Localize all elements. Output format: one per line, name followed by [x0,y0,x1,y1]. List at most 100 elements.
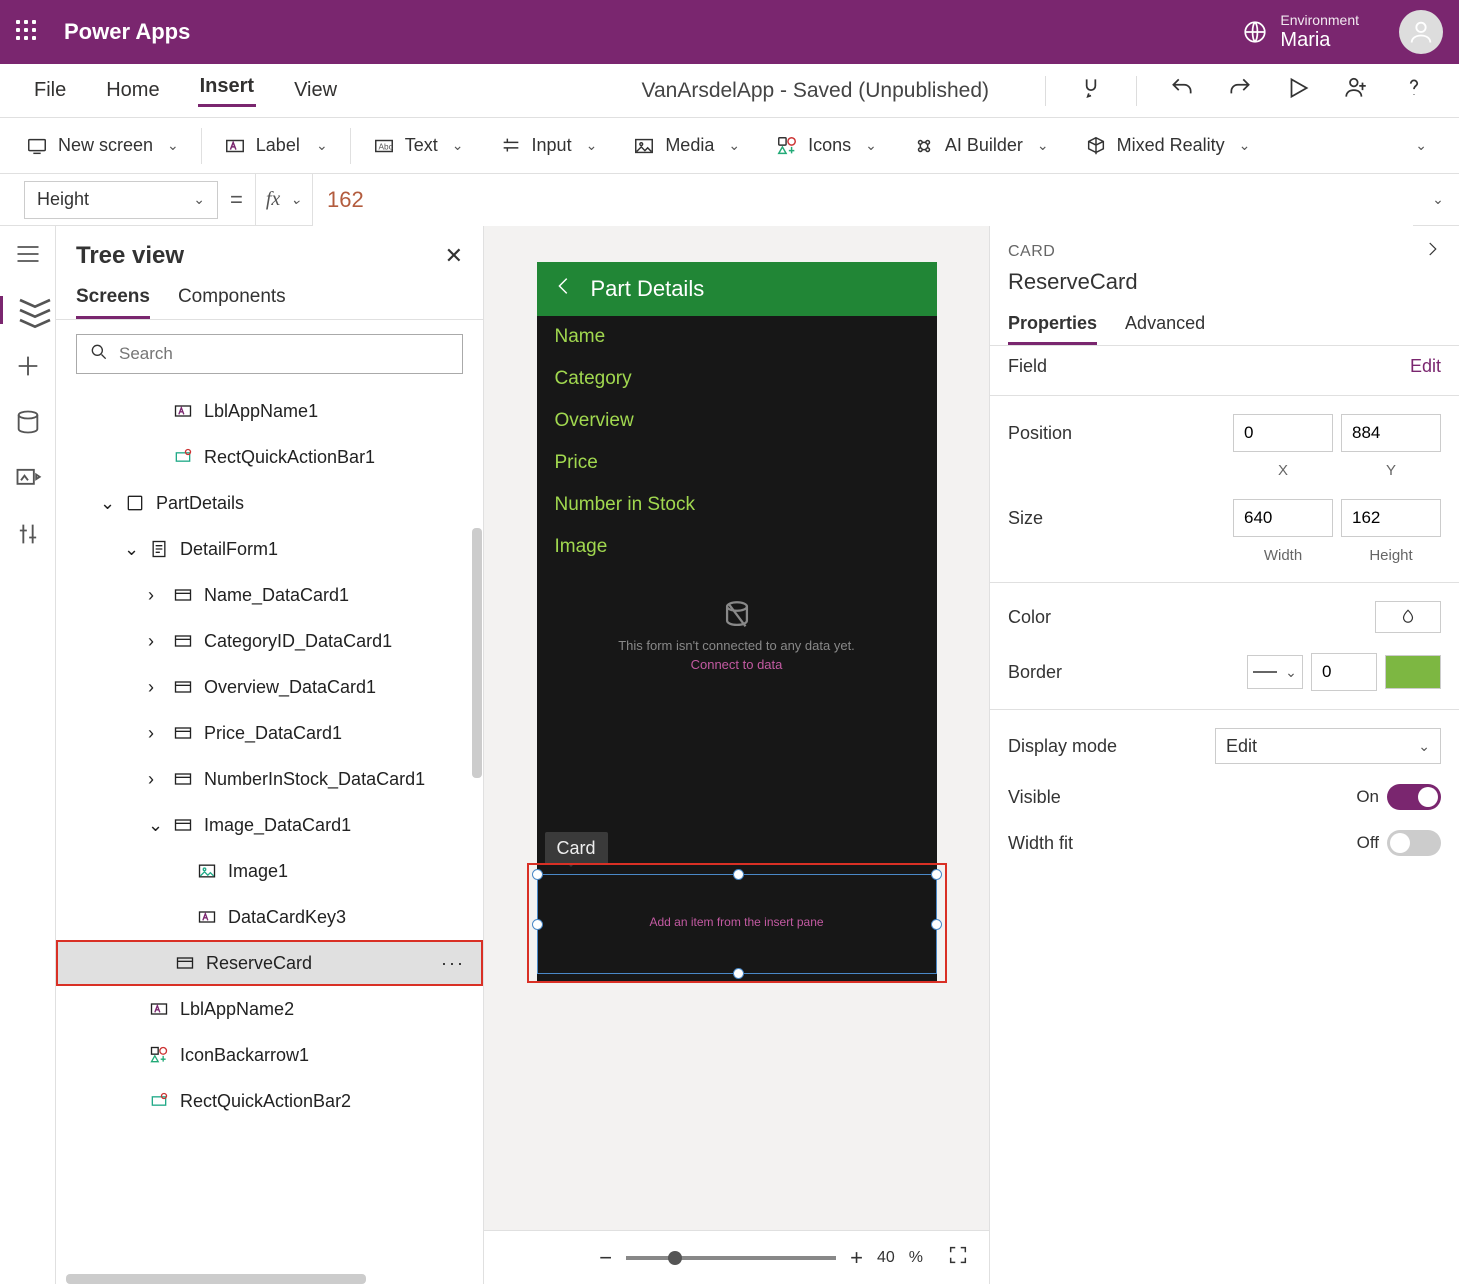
fit-screen-icon[interactable] [947,1244,969,1271]
search-input[interactable] [119,344,450,364]
input-button[interactable]: Input⌄ [482,135,616,157]
height-input[interactable] [1341,499,1441,537]
border-style-dropdown[interactable]: ⌄ [1247,655,1303,689]
tab-view[interactable]: View [292,79,339,102]
tree-item-RectQuickActionBar2[interactable]: RectQuickActionBar2 [56,1078,483,1124]
app-launcher-icon[interactable] [16,20,40,44]
tree-h-scrollbar[interactable] [66,1274,366,1284]
mixed-reality-button[interactable]: Mixed Reality⌄ [1067,135,1269,157]
tree-item-Price_DataCard1[interactable]: ›Price_DataCard1 [56,710,483,756]
label-icon [224,135,246,157]
tab-home[interactable]: Home [104,79,161,102]
width-input[interactable] [1233,499,1333,537]
icons-icon [776,135,798,157]
tree-item-Overview_DataCard1[interactable]: ›Overview_DataCard1 [56,664,483,710]
zoom-out-icon[interactable]: − [599,1245,612,1271]
tree-item-Name_DataCard1[interactable]: ›Name_DataCard1 [56,572,483,618]
app-checker-icon[interactable] [1078,75,1104,106]
settings-icon[interactable] [14,520,42,548]
add-icon[interactable] [14,352,42,380]
tree-item-IconBackarrow1[interactable]: IconBackarrow1 [56,1032,483,1078]
chevron-right-icon[interactable]: › [148,585,162,606]
ai-builder-button[interactable]: AI Builder⌄ [895,135,1067,157]
visible-label: Visible [1008,787,1356,808]
chevron-down-icon[interactable]: ⌄ [124,539,138,560]
share-icon[interactable] [1343,75,1369,106]
color-picker[interactable] [1375,601,1441,633]
chevron-right-icon[interactable]: › [148,631,162,652]
tree-view-icon[interactable] [0,296,55,324]
expand-props-icon[interactable] [1423,240,1441,263]
ribbon-expand-icon[interactable]: ⌄ [1387,137,1451,155]
display-mode-dropdown[interactable]: Edit⌄ [1215,728,1441,764]
screen-header: Part Details [537,262,937,316]
data-icon[interactable] [14,408,42,436]
card-icon [172,630,194,652]
close-icon[interactable]: ✕ [445,243,463,269]
tree-item-ReserveCard[interactable]: ReserveCard ··· [56,940,483,986]
add-item-hint: Add an item from the insert pane [537,915,937,929]
border-color-swatch[interactable] [1385,655,1441,689]
tree-item-NumberInStock_DataCard1[interactable]: ›NumberInStock_DataCard1 [56,756,483,802]
tree-item-PartDetails[interactable]: ⌄PartDetails [56,480,483,526]
mr-icon [1085,135,1107,157]
tree-search[interactable] [76,334,463,374]
text-button[interactable]: Abc Text⌄ [355,135,482,157]
chevron-right-icon[interactable]: › [148,723,162,744]
chevron-down-icon[interactable]: ⌄ [148,815,162,836]
screen-title: Part Details [591,276,705,302]
redo-icon[interactable] [1227,75,1253,106]
play-icon[interactable] [1285,75,1311,106]
position-x-input[interactable] [1233,414,1333,452]
tree-item-label: CategoryID_DataCard1 [204,631,392,652]
zoom-slider[interactable] [626,1256,836,1260]
connect-data-link[interactable]: Connect to data [537,657,937,672]
phone-preview[interactable]: Part Details NameCategoryOverviewPriceNu… [537,262,937,982]
tree-item-DetailForm1[interactable]: ⌄DetailForm1 [56,526,483,572]
media-panel-icon[interactable] [14,464,42,492]
environment-picker[interactable]: Environment Maria [1280,13,1359,50]
help-icon[interactable] [1401,75,1427,106]
tree-item-LblAppName2[interactable]: LblAppName2 [56,986,483,1032]
more-icon[interactable]: ··· [441,953,465,974]
hamburger-icon[interactable] [14,240,42,268]
user-avatar[interactable] [1399,10,1443,54]
chevron-down-icon[interactable]: ⌄ [100,493,114,514]
icons-button[interactable]: Icons⌄ [758,135,895,157]
tree-item-Image1[interactable]: Image1 [56,848,483,894]
visible-toggle[interactable] [1387,784,1441,810]
props-tab-properties[interactable]: Properties [1008,305,1097,345]
tree-item-Image_DataCard1[interactable]: ⌄Image_DataCard1 [56,802,483,848]
zoom-in-icon[interactable]: + [850,1245,863,1271]
chevron-right-icon[interactable]: › [148,769,162,790]
width-fit-toggle[interactable] [1387,830,1441,856]
fx-button[interactable]: fx⌄ [255,174,313,226]
back-icon[interactable] [553,275,575,303]
tree-item-LblAppName1[interactable]: LblAppName1 [56,388,483,434]
tree-item-CategoryID_DataCard1[interactable]: › CategoryID_DataCard1 [56,618,483,664]
edit-field-link[interactable]: Edit [1410,356,1441,377]
tree-item-label: DataCardKey3 [228,907,346,928]
tab-insert[interactable]: Insert [198,75,256,107]
formula-input[interactable] [313,174,1413,226]
size-label: Size [1008,508,1233,529]
rect-icon [148,1090,170,1112]
formula-expand-icon[interactable]: ⌄ [1413,191,1459,209]
props-tab-advanced[interactable]: Advanced [1125,305,1205,345]
tree-item-DataCardKey3[interactable]: DataCardKey3 [56,894,483,940]
label-button[interactable]: Label⌄ [206,135,346,157]
new-screen-button[interactable]: New screen⌄ [8,135,197,157]
tree-tab-components[interactable]: Components [178,278,286,319]
tree-item-RectQuickActionBar1[interactable]: RectQuickActionBar1 [56,434,483,480]
border-width-input[interactable] [1311,653,1377,691]
position-y-input[interactable] [1341,414,1441,452]
tree-item-label: ReserveCard [206,953,312,974]
tab-file[interactable]: File [32,79,68,102]
media-button[interactable]: Media⌄ [615,135,758,157]
card-icon [172,814,194,836]
undo-icon[interactable] [1169,75,1195,106]
tree-scrollbar[interactable] [472,528,482,778]
property-dropdown[interactable]: Height ⌄ [24,181,218,219]
chevron-right-icon[interactable]: › [148,677,162,698]
tree-tab-screens[interactable]: Screens [76,278,150,319]
